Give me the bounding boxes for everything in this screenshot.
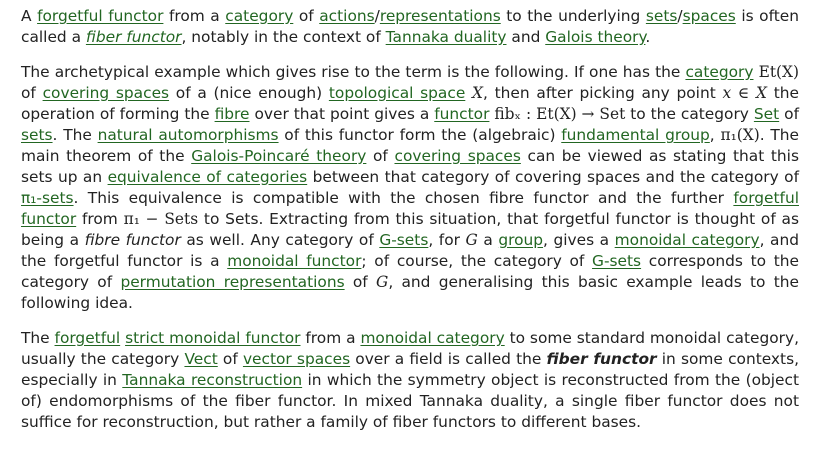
text: of a (nice enough) [169,84,329,102]
paragraph-example: The archetypical example which gives ris… [21,62,799,314]
link-strict-monoidal-functor[interactable]: strict monoidal functor [125,329,300,347]
link-group[interactable]: group [498,231,543,249]
text: over a field is called the [350,350,547,368]
link-galois-poincare-theory[interactable]: Galois-Poincaré theory [191,147,366,165]
link-monoidal-functor[interactable]: monoidal functor [227,252,361,270]
text: The archetypical example which gives ris… [21,63,686,81]
text: from [76,210,124,228]
link-representations[interactable]: representations [380,7,501,25]
text: over that point gives a [249,105,435,123]
link-pi1-sets[interactable]: π₁-sets [21,189,74,207]
link-tannaka-reconstruction[interactable]: Tannaka reconstruction [122,371,302,389]
text: as well. Any category of [180,231,380,249]
math-x: X [472,84,484,102]
text: to the category [625,105,754,123]
link-category[interactable]: category [225,7,293,25]
article-body: A forgetful functor from a category of a… [0,0,819,469]
link-covering-spaces[interactable]: covering spaces [43,84,169,102]
math-x-in-x: x ∈ X [722,84,767,102]
link-g-sets-2[interactable]: G-sets [592,252,641,270]
link-fiber-functor[interactable]: fiber functor [86,28,182,46]
link-functor[interactable]: functor [434,105,489,123]
link-fibre[interactable]: fibre [215,105,250,123]
text: of [217,350,243,368]
text: of [21,84,43,102]
text: , then after picking any point [483,84,723,102]
link-sets[interactable]: sets [21,126,53,144]
link-covering-spaces-2[interactable]: covering spaces [394,147,520,165]
text: . The [52,126,98,144]
paragraph-definition: The forgetful strict monoidal functor fr… [21,328,799,433]
link-natural-automorphisms[interactable]: natural automorphisms [98,126,279,144]
link-forgetful[interactable]: forgetful [55,329,121,347]
text: , notably in the context of [181,28,386,46]
text: , gives a [543,231,615,249]
link-fundamental-group[interactable]: fundamental group [561,126,710,144]
text: , [709,126,721,144]
text: from a [300,329,361,347]
link-permutation-representations[interactable]: permutation representations [120,273,344,291]
link-vector-spaces[interactable]: vector spaces [243,350,350,368]
italic-fibre-functor: fibre functor [84,231,181,249]
math-et-x: Et(X) [758,63,799,81]
text: ; of course, the category of [361,252,593,270]
text: A [21,7,38,25]
link-forgetful-functor[interactable]: forgetful functor [37,7,163,25]
bold-fiber-functor: fiber functor [546,350,657,368]
link-actions[interactable]: actions [319,7,374,25]
link-sets[interactable]: sets [646,7,678,25]
link-set[interactable]: Set [754,105,779,123]
link-vect[interactable]: Vect [184,350,217,368]
math-pi1-x: π₁(X) [720,126,760,144]
link-monoidal-category[interactable]: monoidal category [360,329,504,347]
link-galois-theory[interactable]: Galois theory [545,28,645,46]
text: of [293,7,320,25]
link-g-sets[interactable]: G-sets [379,231,428,249]
text: . [645,28,651,46]
link-monoidal-category[interactable]: monoidal category [615,231,760,249]
text: from a [163,7,226,25]
text: between that category of covering spaces… [307,168,800,186]
math-fib-functor: fibₓ : Et(X) → Set [494,105,626,123]
text: of [779,105,799,123]
text: a [477,231,499,249]
paragraph-intro: A forgetful functor from a category of a… [21,6,799,48]
text: to the underlying [500,7,646,25]
link-category[interactable]: category [685,63,753,81]
link-tannaka-duality[interactable]: Tannaka duality [386,28,507,46]
text: , for [428,231,466,249]
text: of [366,147,395,165]
math-g: G [465,231,478,249]
link-spaces[interactable]: spaces [683,7,736,25]
math-pi1-sets: π₁ − Sets [123,210,199,228]
text: of [344,273,377,291]
text: and [506,28,546,46]
text: The [21,329,55,347]
link-topological-space[interactable]: topological space [329,84,465,102]
link-equivalence-of-categories[interactable]: equivalence of categories [108,168,308,186]
math-g-2: G [376,273,389,291]
text: . This equivalence is compatible with th… [73,189,734,207]
text: of this functor form the (algebraic) [278,126,562,144]
